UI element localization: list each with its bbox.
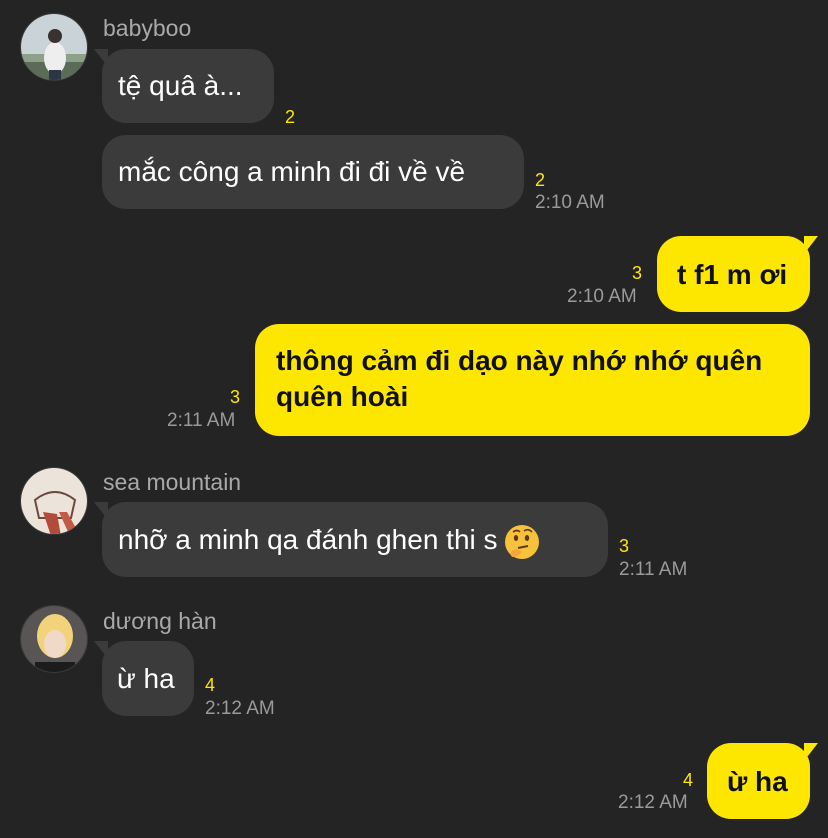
message-text: ừ ha [117, 663, 175, 694]
message-bubble[interactable]: t f1 m ơi [657, 236, 818, 312]
sender-name: dương hàn [103, 608, 217, 634]
unread-count: 3 [619, 536, 630, 556]
message-timestamp: 2:10 AM [535, 192, 605, 213]
unread-count: 3 [230, 387, 241, 407]
message-bubble[interactable]: ừ ha [94, 641, 194, 716]
unread-count: 2 [535, 170, 546, 190]
unread-count: 4 [683, 770, 694, 790]
message-timestamp: 2:12 AM [618, 792, 688, 813]
unread-count: 2 [285, 107, 296, 127]
message-timestamp: 2:10 AM [567, 286, 637, 307]
avatar-sea-mountain[interactable] [20, 467, 88, 535]
message-bubble[interactable]: mắc công a minh đi đi về về [102, 135, 524, 209]
avatar-babyboo[interactable] [20, 13, 88, 81]
message-timestamp: 2:11 AM [619, 559, 688, 580]
message-text: tệ quâ à... [118, 70, 243, 101]
message-timestamp: 2:12 AM [205, 698, 275, 719]
sender-name: babyboo [103, 15, 192, 41]
unread-count: 3 [632, 263, 643, 283]
message-bubble[interactable]: nhỡ a minh qa đánh ghen thi s [94, 502, 608, 577]
message-text: t f1 m ơi [677, 259, 788, 290]
message-text: nhỡ a minh qa đánh ghen thi s [118, 524, 498, 555]
message-text-line: quên hoài [276, 381, 409, 412]
message-bubble[interactable]: thông cảm đi dạo này nhớ nhớ quên quên h… [255, 324, 810, 436]
message-timestamp: 2:11 AM [167, 410, 236, 431]
message-text: ừ ha [727, 766, 788, 797]
message-bubble[interactable]: tệ quâ à... [94, 49, 274, 123]
message-text-line: thông cảm đi dạo này nhớ nhớ quên [276, 345, 763, 376]
sender-name: sea mountain [103, 469, 242, 495]
avatar-duong-han[interactable] [20, 605, 88, 673]
message-text: mắc công a minh đi đi về về [118, 156, 466, 187]
unread-count: 4 [205, 675, 216, 695]
message-bubble[interactable]: ừ ha [707, 743, 818, 819]
thinking-face-icon [504, 524, 540, 560]
